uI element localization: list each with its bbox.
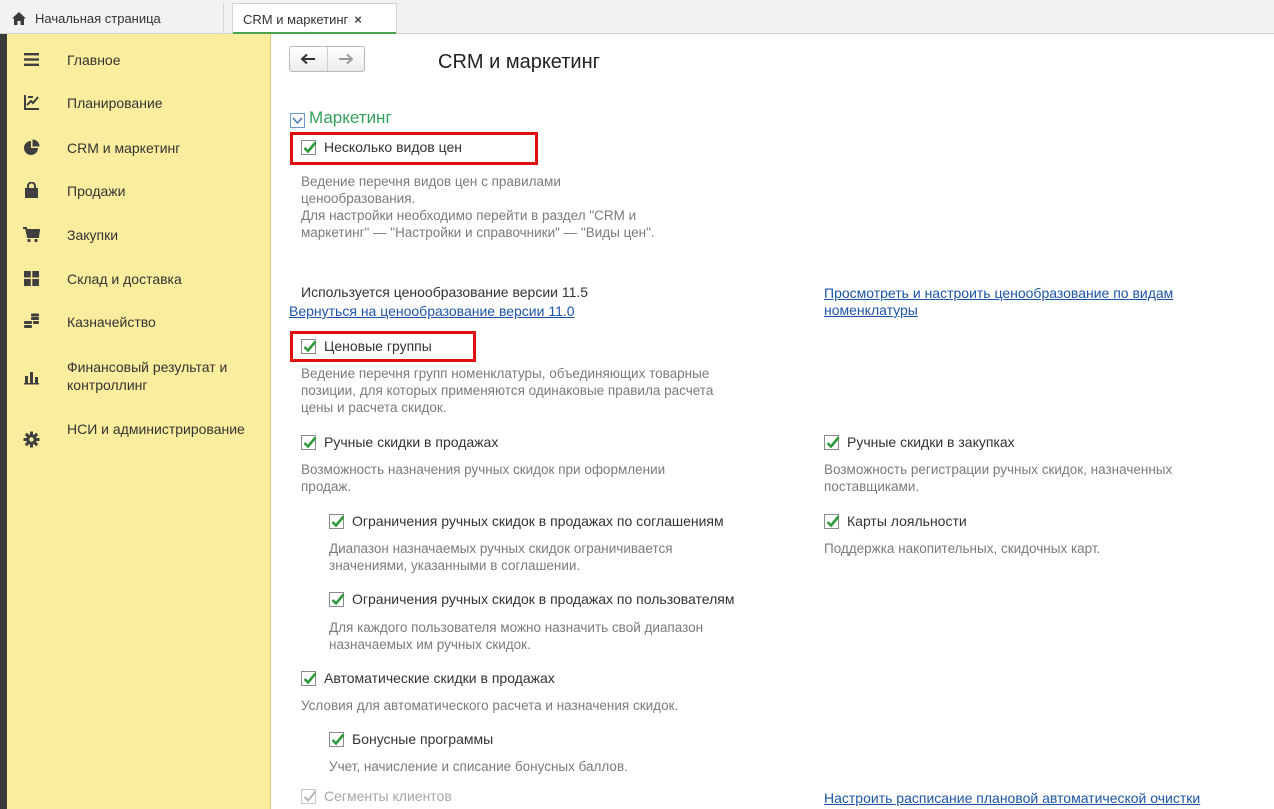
checkbox-box [329, 591, 345, 607]
left-panel-strip [0, 34, 7, 809]
sidebar-item-label: Главное [67, 52, 121, 68]
sidebar-item-label: НСИ и администрирование [67, 421, 245, 437]
checkmark-icon [331, 593, 345, 605]
group-collapse-toggle[interactable] [290, 113, 305, 128]
limit-users-description: Для каждого пользователя можно назначить… [329, 620, 704, 652]
sidebar-item-label: Финансовый результат и контроллинг [67, 359, 228, 393]
loyalty-cards-checkbox[interactable]: Карты лояльности [824, 513, 967, 529]
chevron-down-icon [292, 117, 303, 125]
bonus-programs-description: Учет, начисление и списание бонусных бал… [329, 759, 628, 774]
arrow-right-icon [338, 53, 354, 65]
checkbox-box [301, 338, 317, 354]
home-icon [12, 11, 26, 25]
sidebar: Главное Планирование CRM и маркетинг Про… [7, 34, 271, 809]
gear-icon [23, 431, 40, 448]
checkbox-label: Автоматические скидки в продажах [324, 670, 555, 686]
sidebar-item-treasury[interactable]: Казначейство [7, 312, 271, 332]
auto-discounts-checkbox[interactable]: Автоматические скидки в продажах [301, 670, 555, 686]
checkmark-icon [331, 733, 345, 745]
checkbox-label: Сегменты клиентов [324, 788, 452, 804]
sidebar-item-warehouse[interactable]: Склад и доставка [7, 269, 271, 289]
checkbox-label: Ограничения ручных скидок в продажах по … [352, 591, 735, 607]
close-icon[interactable]: × [354, 12, 362, 27]
pricing-version-text: Используется ценообразование версии 11.5 [301, 284, 589, 300]
checkbox-box [301, 139, 317, 155]
bar-chart-icon [24, 372, 39, 385]
arrow-left-icon [300, 53, 316, 65]
tab-bar: Начальная страница CRM и маркетинг × [0, 0, 1274, 34]
back-button[interactable] [290, 47, 327, 71]
pie-chart-icon [24, 139, 40, 155]
limit-by-users-checkbox[interactable]: Ограничения ручных скидок в продажах по … [329, 591, 734, 607]
warehouse-icon [24, 271, 39, 286]
price-groups-description: Ведение перечня групп номенклатуры, объе… [301, 366, 714, 415]
checkmark-icon [303, 141, 317, 153]
checkbox-label: Ценовые группы [324, 338, 432, 354]
price-types-checkbox[interactable]: Несколько видов цен [301, 139, 462, 155]
sidebar-item-label: Продажи [67, 183, 126, 199]
limit-by-agreements-checkbox[interactable]: Ограничения ручных скидок в продажах по … [329, 513, 724, 529]
checkbox-label: Несколько видов цен [324, 139, 462, 155]
auto-discounts-description: Условия для автоматического расчета и на… [301, 698, 679, 713]
sidebar-item-nsi-admin[interactable]: НСИ и администрирование [7, 420, 271, 460]
coins-icon [24, 313, 39, 328]
checkmark-icon [331, 515, 345, 527]
forward-button[interactable] [326, 47, 365, 71]
checkbox-label: Карты лояльности [847, 513, 967, 529]
tab-home-label: Начальная страница [35, 10, 161, 26]
checkbox-box [301, 788, 317, 804]
client-segments-checkbox[interactable]: Сегменты клиентов [301, 788, 452, 804]
sidebar-item-label: Казначейство [67, 314, 156, 330]
configure-pricing-link[interactable]: Просмотреть и настроить ценообразование … [824, 285, 1173, 319]
checkmark-icon [303, 672, 317, 684]
tab-home[interactable]: Начальная страница [0, 3, 224, 33]
bonus-programs-checkbox[interactable]: Бонусные программы [329, 731, 493, 747]
sidebar-item-label: CRM и маркетинг [67, 140, 181, 156]
price-types-description: Ведение перечня видов цен с правилами це… [301, 174, 655, 240]
checkbox-label: Ручные скидки в продажах [324, 434, 499, 450]
loyalty-cards-description: Поддержка накопительных, скидочных карт. [824, 541, 1101, 556]
checkmark-icon [303, 340, 317, 352]
main-content: CRM и маркетинг Маркетинг Несколько видо… [272, 34, 1274, 809]
cart-icon [23, 227, 40, 243]
checkbox-box [301, 434, 317, 450]
checkbox-box [329, 513, 345, 529]
checkbox-box [824, 513, 840, 529]
sidebar-item-sales[interactable]: Продажи [7, 181, 271, 201]
sidebar-item-planning[interactable]: Планирование [7, 93, 271, 113]
sidebar-item-label: Планирование [67, 95, 163, 111]
revert-pricing-link[interactable]: Вернуться на ценообразование версии 11.0 [289, 303, 575, 320]
limit-agreements-description: Диапазон назначаемых ручных скидок огран… [329, 541, 673, 573]
checkmark-icon [826, 515, 840, 527]
group-title-marketing: Маркетинг [309, 108, 392, 127]
checkbox-label: Ограничения ручных скидок в продажах по … [352, 513, 724, 529]
page-title: CRM и маркетинг [438, 51, 600, 73]
sidebar-item-purchases[interactable]: Закупки [7, 225, 271, 245]
sidebar-item-financial-result[interactable]: Финансовый результат и контроллинг [7, 356, 271, 396]
shopping-bag-icon [25, 182, 38, 198]
checkbox-label: Ручные скидки в закупках [847, 434, 1015, 450]
checkmark-icon [303, 790, 317, 802]
manual-sales-description: Возможность назначения ручных скидок при… [301, 462, 666, 494]
sidebar-item-main[interactable]: Главное [7, 50, 271, 70]
sidebar-item-label: Закупки [67, 227, 119, 243]
manual-purchases-description: Возможность регистрации ручных скидок, н… [824, 462, 1173, 494]
checkbox-label: Бонусные программы [352, 731, 494, 747]
manual-purchase-discounts-checkbox[interactable]: Ручные скидки в закупках [824, 434, 1015, 450]
manual-sales-discounts-checkbox[interactable]: Ручные скидки в продажах [301, 434, 498, 450]
sidebar-item-label: Склад и доставка [67, 271, 182, 287]
schedule-cleanup-link[interactable]: Настроить расписание плановой автоматиче… [824, 790, 1200, 807]
tab-crm-label: CRM и маркетинг [243, 11, 349, 27]
price-groups-checkbox[interactable]: Ценовые группы [301, 338, 432, 354]
sidebar-item-crm[interactable]: CRM и маркетинг [7, 138, 271, 158]
tab-crm-marketing[interactable]: CRM и маркетинг × [232, 3, 397, 34]
menu-icon [24, 53, 39, 66]
checkmark-icon [303, 436, 317, 448]
checkmark-icon [826, 436, 840, 448]
checkbox-box [824, 434, 840, 450]
checkbox-box [329, 731, 345, 747]
checkbox-box [301, 670, 317, 686]
planning-icon [24, 95, 39, 110]
history-nav [289, 46, 365, 72]
